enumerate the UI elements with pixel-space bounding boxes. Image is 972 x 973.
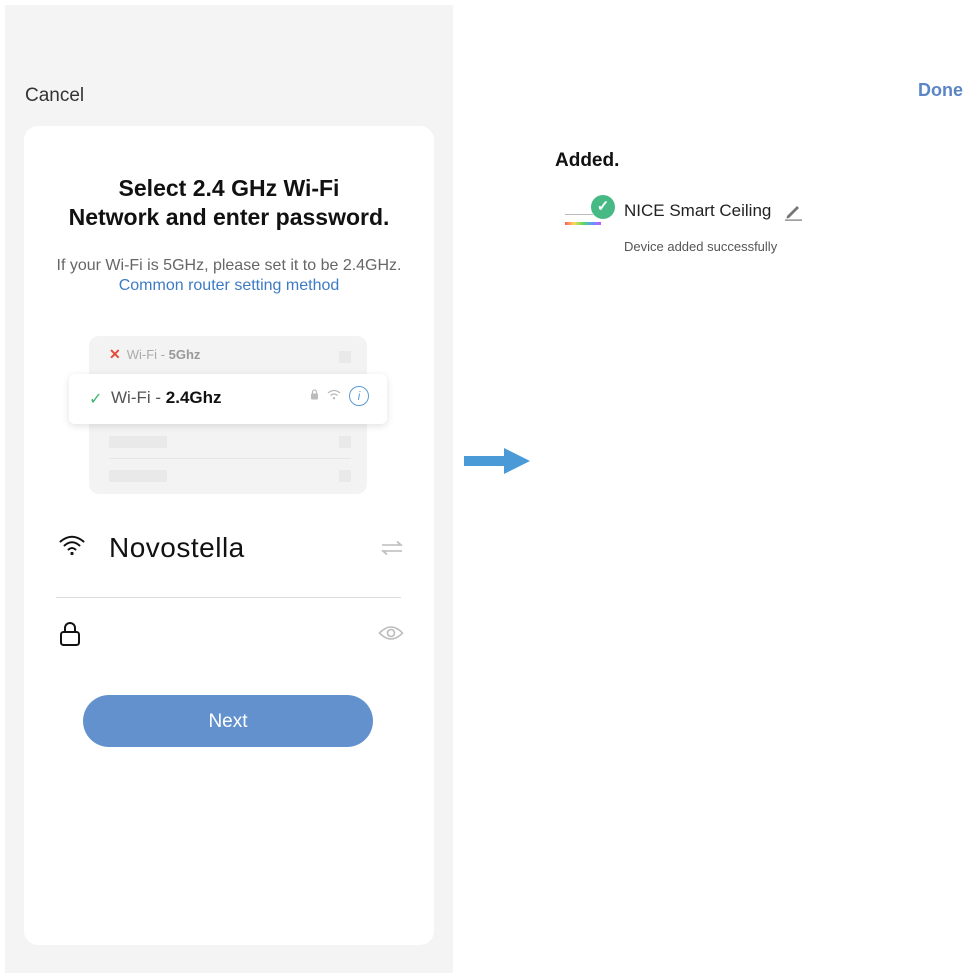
- switch-network-icon[interactable]: [380, 540, 404, 561]
- card-description: If your Wi-Fi is 5GHz, please set it to …: [54, 256, 404, 296]
- device-thumb-rainbow: [565, 222, 601, 225]
- illus-placeholder: [109, 470, 167, 482]
- illus-row-5ghz-band: 5Ghz: [168, 347, 201, 362]
- cross-icon: ✕: [109, 346, 121, 362]
- ssid-row[interactable]: Novostella: [59, 526, 404, 576]
- device-name: NICE Smart Ceiling: [624, 201, 772, 220]
- device-status: Device added successfully: [624, 239, 778, 254]
- password-row[interactable]: [59, 621, 404, 661]
- device-thumb-line: [565, 214, 593, 215]
- card-title-line2: Network and enter password.: [68, 204, 390, 230]
- illus-divider: [109, 458, 351, 459]
- next-button[interactable]: Next: [83, 695, 373, 747]
- illus-row-24ghz-prefix: Wi-Fi -: [111, 388, 166, 407]
- router-setting-link[interactable]: Common router setting method: [119, 277, 340, 294]
- card-title-line1: Select 2.4 GHz Wi-Fi: [118, 175, 340, 201]
- illus-placeholder: [339, 436, 351, 448]
- right-arrow-icon: [464, 446, 532, 481]
- wifi-setup-card: Select 2.4 GHz Wi-Fi Network and enter p…: [24, 126, 434, 945]
- lock-icon: [59, 621, 81, 652]
- card-description-text: If your Wi-Fi is 5GHz, please set it to …: [56, 257, 402, 274]
- eye-icon[interactable]: [378, 625, 404, 646]
- added-heading: Added.: [555, 150, 620, 171]
- info-icon: i: [349, 386, 369, 406]
- illus-placeholder: [109, 436, 167, 448]
- cancel-button[interactable]: Cancel: [25, 85, 84, 107]
- edit-icon[interactable]: [784, 201, 804, 226]
- card-title: Select 2.4 GHz Wi-Fi Network and enter p…: [24, 174, 434, 232]
- success-check-icon: ✓: [591, 195, 615, 219]
- done-button[interactable]: Done: [918, 80, 963, 101]
- illus-row-24ghz-band: 2.4Ghz: [165, 388, 222, 407]
- ssid-input[interactable]: Novostella: [109, 532, 245, 564]
- illus-placeholder: [339, 470, 351, 482]
- wifi-setup-panel: Cancel Select 2.4 GHz Wi-Fi Network and …: [5, 5, 453, 973]
- illus-row-5ghz-prefix: Wi-Fi -: [126, 347, 169, 362]
- ssid-divider: [56, 597, 401, 598]
- illus-row-5ghz: ✕ Wi-Fi - 5Ghz: [109, 346, 200, 363]
- small-lock-icon: [310, 389, 319, 403]
- illus-row-24ghz: ✓ Wi-Fi - 2.4Ghz i: [69, 374, 387, 424]
- illus-placeholder: [339, 351, 351, 363]
- check-icon: ✓: [89, 391, 103, 408]
- small-wifi-icon: [327, 389, 341, 403]
- wifi-icon: [59, 534, 85, 561]
